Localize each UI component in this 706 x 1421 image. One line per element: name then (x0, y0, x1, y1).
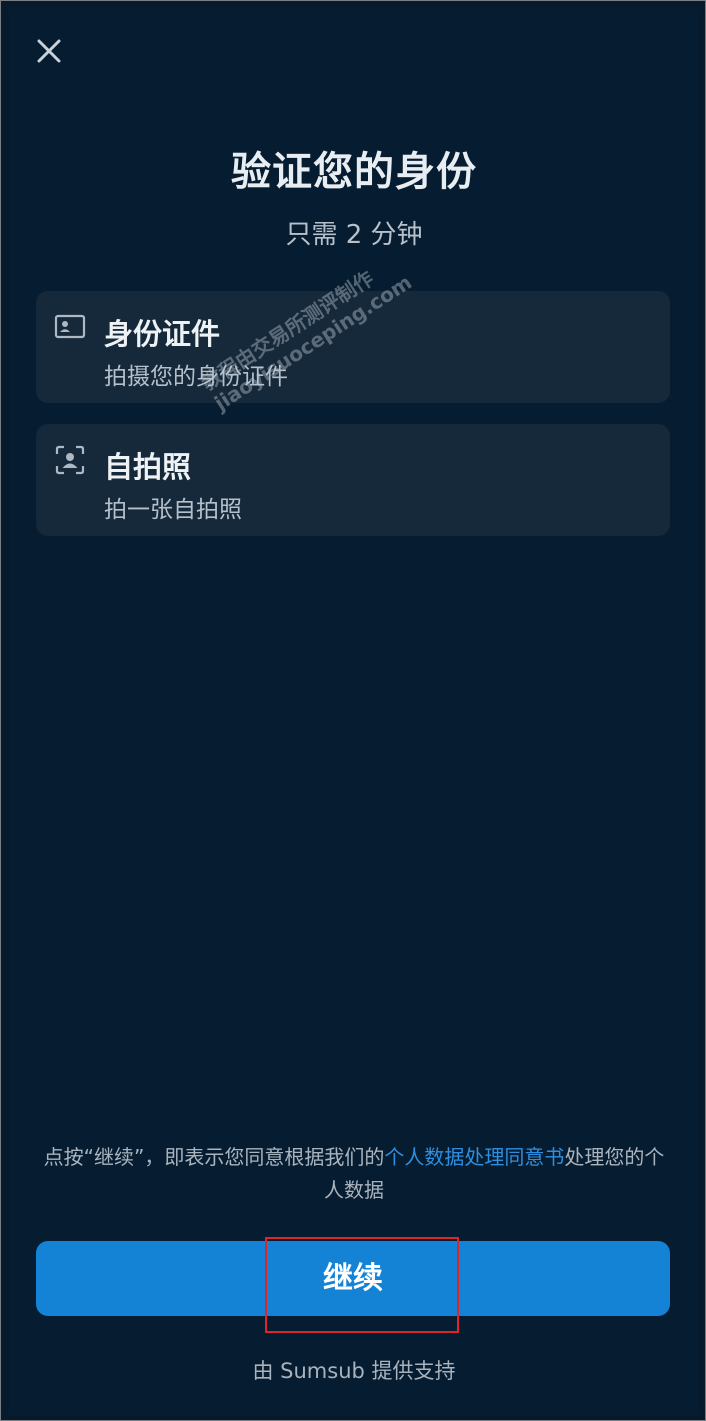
consent-link[interactable]: 个人数据处理同意书 (384, 1145, 564, 1169)
close-icon (37, 39, 61, 63)
step-description: 拍摄您的身份证件 (104, 364, 288, 390)
close-button[interactable] (29, 31, 69, 71)
continue-button[interactable]: 继续 (36, 1241, 670, 1316)
step-title: 身份证件 (104, 317, 221, 351)
step-card-selfie[interactable]: 自拍照 拍一张自拍照 (36, 424, 670, 536)
step-card-id-document[interactable]: 身份证件 拍摄您的身份证件 (36, 291, 670, 403)
selfie-icon (54, 444, 86, 476)
step-description: 拍一张自拍照 (104, 497, 242, 523)
continue-button-label: 继续 (323, 1261, 383, 1296)
page-subtitle: 只需 2 分钟 (285, 220, 423, 250)
screen-frame: 验证您的身份 只需 2 分钟 身份证件 拍摄您的身份证件 自拍照 拍一张自拍照 (0, 0, 706, 1421)
powered-by-text: 由 Sumsub 提供支持 (252, 1359, 456, 1383)
consent-text: 点按“继续”，即表示您同意根据我们的个人数据处理同意书处理您的个人数据 (41, 1141, 667, 1207)
id-card-icon (54, 311, 86, 343)
consent-prefix: 点按“继续”，即表示您同意根据我们的 (43, 1145, 385, 1169)
page-title: 验证您的身份 (231, 149, 477, 195)
step-title: 自拍照 (104, 450, 192, 484)
